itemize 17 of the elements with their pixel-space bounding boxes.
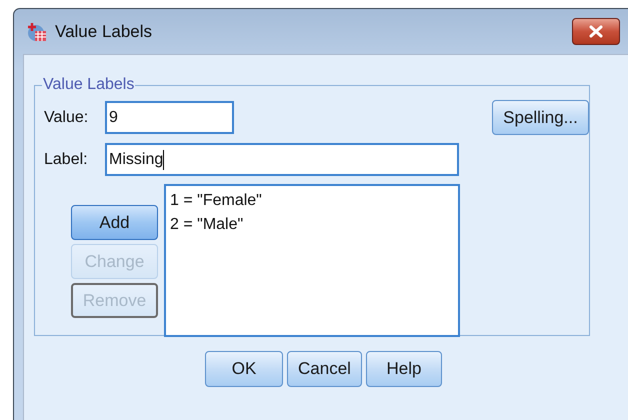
list-action-button[interactable]: Add <box>71 205 158 240</box>
value-field[interactable]: 9 <box>105 101 234 134</box>
group-title: Value Labels <box>42 76 136 94</box>
close-icon <box>589 25 603 38</box>
close-button[interactable] <box>572 18 620 45</box>
dialog-button[interactable]: OK <box>205 351 283 387</box>
value-label: Value: <box>44 108 90 126</box>
window-title: Value Labels <box>55 22 152 42</box>
dialog-button[interactable]: Help <box>366 351 442 387</box>
label-label: Label: <box>44 150 89 168</box>
table-icon <box>27 22 47 42</box>
value-labels-list[interactable]: 1 = "Female" 2 = "Male" <box>164 184 460 337</box>
list-item[interactable]: 2 = "Male" <box>170 216 454 234</box>
spelling-button[interactable]: Spelling... <box>492 100 589 135</box>
dialog-button[interactable]: Cancel <box>287 351 362 387</box>
label-field[interactable]: Missing <box>105 143 459 176</box>
list-item[interactable]: 1 = "Female" <box>170 192 454 210</box>
